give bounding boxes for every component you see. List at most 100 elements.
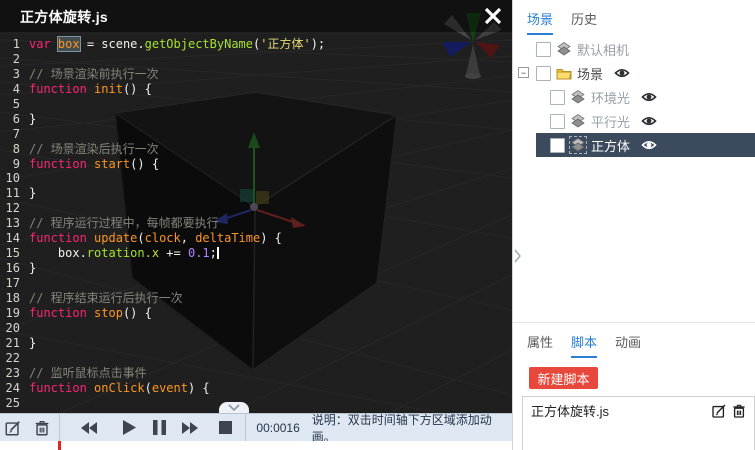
code-token: deltaTime	[195, 231, 260, 245]
tree-row-场景[interactable]: −场景	[513, 61, 755, 85]
edit-script-button[interactable]	[711, 403, 727, 419]
tree-row-平行光[interactable]: 平行光	[513, 109, 755, 133]
code-line[interactable]: 6}	[0, 112, 512, 127]
eye-icon-button[interactable]	[641, 137, 657, 153]
timeline-toolbar: 00:0016 说明：双击时间轴下方区域添加动画。	[0, 413, 512, 441]
code-token: onClick	[94, 381, 145, 395]
tree-item-label: 正方体	[591, 136, 630, 155]
tab-历史[interactable]: 历史	[571, 9, 597, 35]
code-line[interactable]: 21}	[0, 336, 512, 351]
scroll-down-tab[interactable]	[219, 402, 249, 413]
code-line[interactable]: 12	[0, 201, 512, 216]
visibility-checkbox[interactable]	[550, 114, 565, 129]
visibility-checkbox[interactable]	[536, 42, 551, 57]
eye-icon-button[interactable]	[641, 89, 657, 105]
eye-icon-button[interactable]	[614, 65, 630, 81]
code-token: event	[152, 381, 188, 395]
line-number: 11	[0, 186, 20, 201]
visibility-checkbox[interactable]	[550, 138, 565, 153]
code-token: function	[29, 157, 94, 171]
light-icon	[570, 113, 586, 129]
code-token: () {	[130, 157, 159, 171]
script-list-item[interactable]: 正方体旋转.js	[523, 397, 754, 424]
code-line[interactable]: 13// 程序运行过程中，每帧都要执行	[0, 216, 512, 231]
playhead-marker[interactable]	[58, 441, 61, 450]
code-line[interactable]: 16}	[0, 261, 512, 276]
code-token: () {	[123, 306, 152, 320]
scene-tab-bar: 场景历史	[513, 0, 755, 35]
code-line[interactable]: 11}	[0, 186, 512, 201]
detail-panel: 属性脚本动画 新建脚本 正方体旋转.js	[513, 323, 755, 450]
rewind-button[interactable]	[63, 414, 116, 442]
code-token: // 场景渲染后执行一次	[29, 142, 159, 156]
chevron-right-icon	[513, 247, 522, 265]
tree-row-默认相机[interactable]: 默认相机	[513, 37, 755, 61]
code-line[interactable]: 15 box.rotation.x += 0.1;	[0, 246, 512, 261]
visibility-checkbox[interactable]	[536, 66, 551, 81]
code-line[interactable]: 10	[0, 171, 512, 186]
tree-item-label: 默认相机	[577, 40, 629, 59]
line-number: 17	[0, 276, 20, 291]
code-line[interactable]: 8 // 场景渲染后执行一次	[0, 142, 512, 157]
tab-属性[interactable]: 属性	[527, 332, 553, 358]
code-token: function	[29, 82, 94, 96]
tree-row-正方体[interactable]: 正方体	[513, 133, 755, 157]
code-token: }	[29, 261, 36, 275]
code-token: // 程序运行过程中，每帧都要执行	[29, 216, 219, 230]
code-line[interactable]: 23// 监听鼠标点击事件	[0, 366, 512, 381]
code-line[interactable]: 1var box = scene.getObjectByName('正方体');	[0, 37, 512, 52]
code-line[interactable]: 25	[0, 396, 512, 411]
visibility-checkbox[interactable]	[550, 90, 565, 105]
code-line[interactable]: 18// 程序结束运行后执行一次	[0, 291, 512, 306]
line-number: 7	[0, 127, 20, 142]
tab-场景[interactable]: 场景	[527, 9, 553, 35]
edit-icon	[711, 403, 727, 419]
timeline-hint: 说明：双击时间轴下方区域添加动画。	[312, 411, 512, 445]
line-number: 10	[0, 171, 20, 186]
close-icon[interactable]	[483, 6, 503, 26]
pause-icon	[153, 420, 166, 435]
edit-keyframe-button[interactable]	[0, 414, 26, 442]
stop-button[interactable]	[206, 414, 245, 442]
line-number: 23	[0, 366, 20, 381]
editor-titlebar: 正方体旋转.js	[0, 0, 512, 32]
tab-动画[interactable]: 动画	[615, 332, 641, 358]
line-number: 25	[0, 396, 20, 411]
line-number: 4	[0, 82, 20, 97]
chevron-down-icon	[228, 404, 240, 411]
code-token: () {	[123, 82, 152, 96]
code-line[interactable]: 3// 场景渲染前执行一次	[0, 67, 512, 82]
line-number: 9	[0, 157, 20, 172]
timeline-track[interactable]	[0, 441, 512, 450]
script-list: 正方体旋转.js	[522, 396, 755, 450]
eye-icon-button[interactable]	[641, 113, 657, 129]
line-number: 8	[0, 142, 20, 157]
tab-脚本[interactable]: 脚本	[571, 332, 597, 358]
code-line[interactable]: 24function onClick(event) {	[0, 381, 512, 396]
pause-button[interactable]	[143, 414, 174, 442]
code-line[interactable]: 9function start() {	[0, 157, 512, 172]
code-line[interactable]: 17	[0, 276, 512, 291]
code-line[interactable]: 20	[0, 321, 512, 336]
delete-keyframe-button[interactable]	[26, 414, 59, 442]
code-line[interactable]: 19function stop() {	[0, 306, 512, 321]
code-token: clock	[145, 231, 181, 245]
toolbar-separator	[59, 414, 60, 442]
line-number: 6	[0, 112, 20, 127]
code-line[interactable]: 22	[0, 351, 512, 366]
panel-collapse-handle[interactable]	[513, 244, 524, 268]
line-number: 18	[0, 291, 20, 306]
code-token: function	[29, 306, 94, 320]
delete-script-button[interactable]	[731, 403, 747, 419]
code-token: (	[145, 381, 152, 395]
code-line[interactable]: 4function init() {	[0, 82, 512, 97]
code-line[interactable]: 14function update(clock, deltaTime) {	[0, 231, 512, 246]
code-line[interactable]: 2	[0, 52, 512, 67]
tree-row-环境光[interactable]: 环境光	[513, 85, 755, 109]
code-area[interactable]: 1var box = scene.getObjectByName('正方体');…	[0, 37, 512, 410]
new-script-button[interactable]: 新建脚本	[529, 367, 598, 389]
code-line[interactable]: 5	[0, 97, 512, 112]
play-button[interactable]	[116, 414, 143, 442]
fast-forward-button[interactable]	[175, 414, 206, 442]
code-line[interactable]: 7	[0, 127, 512, 142]
